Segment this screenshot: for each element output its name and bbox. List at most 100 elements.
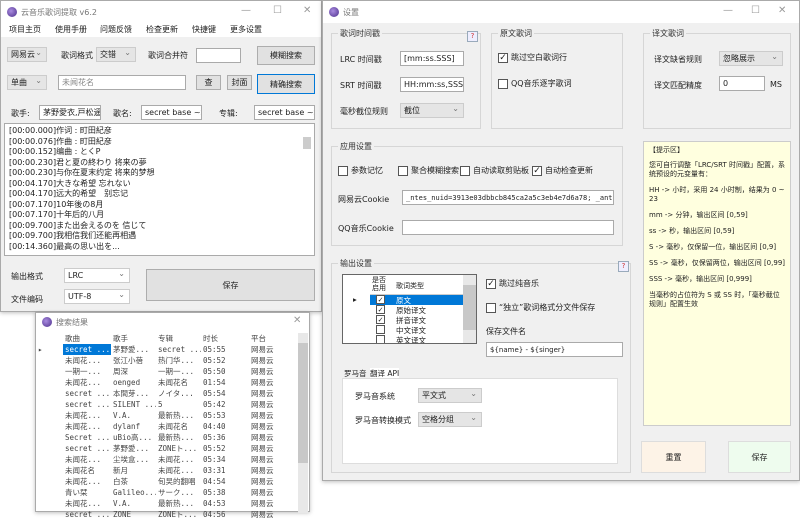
checkbox[interactable]: ✓ [486, 278, 496, 289]
checkbox[interactable] [486, 302, 496, 313]
netease-cookie-input[interactable]: _ntes_nuid=3913e03dbbcb845ca2a5c3eb4e7d6… [402, 190, 614, 205]
checkbox[interactable] [460, 165, 470, 176]
lyric-type-row[interactable]: 中文译文 [343, 325, 463, 335]
checkbox[interactable]: ✓ [376, 315, 385, 324]
table-row[interactable]: 未闻花... 尘埃盒... 未闻花... 05:34 网易云 [36, 454, 298, 465]
menu-more-settings[interactable]: 更多设置 [230, 24, 262, 35]
help-icon[interactable]: ? [618, 261, 629, 272]
source-select[interactable]: 网易云 [7, 47, 47, 62]
table-row[interactable]: 未闻花... 白茶 旬旲的翻唱 04:54 网易云 [36, 476, 298, 487]
lyrics-scrollbar[interactable] [303, 137, 311, 149]
checkbox[interactable] [376, 335, 385, 343]
hint-area[interactable]: 【提示区】 您可自行调整「LRC/SRT 时间戳」配置，系统预设的元变量有： HH … [643, 141, 791, 426]
table-row[interactable]: 未闻花名 新月 未闻花... 03:31 网易云 [36, 465, 298, 476]
ms-select[interactable]: 截位 [400, 103, 464, 118]
checkbox[interactable]: ✓ [532, 165, 542, 176]
close-icon[interactable]: ✕ [778, 5, 786, 16]
app-option-checkbox[interactable]: 自动读取剪贴板 [460, 165, 529, 176]
table-row[interactable]: secret ... 茅野愛... ZONEト... 05:52 网易云 [36, 443, 298, 454]
qq-cookie-input[interactable] [402, 220, 614, 235]
romaji-mode-select[interactable]: 空格分组 [418, 412, 482, 427]
maximize-icon[interactable]: ☐ [273, 5, 282, 16]
results-scrollbar[interactable] [298, 333, 308, 513]
table-cell: 茅野愛... [113, 345, 150, 354]
checkbox[interactable] [398, 165, 408, 176]
save-button[interactable]: 保存 [146, 269, 315, 301]
checkbox[interactable]: ✓ [376, 295, 385, 304]
minimize-icon[interactable]: — [241, 5, 251, 16]
menu-feedback[interactable]: 问题反馈 [100, 24, 132, 35]
table-row[interactable]: 未闻花... oenged 未闻花名 01:54 网易云 [36, 377, 298, 388]
table-row[interactable]: secret ... 本間芽... ノイタ... 05:54 网易云 [36, 388, 298, 399]
table-row[interactable]: 一期一... 周深 一期一... 05:50 网易云 [36, 366, 298, 377]
srt-input[interactable]: HH:mm:ss,SSS [400, 77, 464, 92]
album-field[interactable]: secret base ~君がくれたもの~ [254, 105, 315, 120]
lyric-type-row[interactable]: ✓ 原始译文 [343, 305, 463, 315]
separate-checkbox[interactable]: “独立”歌词格式分文件保存 [486, 302, 595, 313]
app-option-checkbox[interactable]: 聚合模糊搜索 [398, 165, 459, 176]
fuzzy-search-button[interactable]: 模糊搜索 [257, 46, 315, 65]
menu-update[interactable]: 检查更新 [146, 24, 178, 35]
romaji-system-select[interactable]: 平文式 [418, 388, 482, 403]
reset-button[interactable]: 重置 [641, 441, 706, 473]
table-row[interactable]: secret ... SILENT ... 5 05:42 网易云 [36, 399, 298, 410]
table-cell: 05:50 [203, 367, 226, 376]
cover-button[interactable]: 封面 [227, 75, 252, 90]
table-row[interactable]: ▸ secret ... 茅野愛... secret ... 05:55 网易云 [36, 344, 298, 355]
close-icon[interactable]: ✕ [303, 5, 311, 16]
table-row[interactable]: 未闻花... dylanf 未闻花名 04:40 网易云 [36, 421, 298, 432]
checkbox[interactable]: ✓ [376, 305, 385, 314]
encoding-select[interactable]: UTF-8 [64, 289, 130, 304]
app-option-checkbox[interactable]: 参数记忆 [338, 165, 383, 176]
table-cell: 茅野愛... [113, 444, 150, 453]
checkbox[interactable]: ✓ [498, 52, 508, 63]
skip-blank-checkbox[interactable]: ✓ 跳过空白歌词行 [498, 52, 567, 63]
exact-search-button[interactable]: 精确搜索 [257, 74, 315, 94]
checkbox[interactable] [498, 78, 508, 89]
table-row[interactable]: 未闻花... V.A. 最新热... 05:53 网易云 [36, 410, 298, 421]
minimize-icon[interactable]: — [723, 5, 733, 16]
unit-label: MS [770, 80, 782, 89]
output-format-select[interactable]: LRC [64, 268, 130, 283]
col-platform[interactable]: 平台 [249, 333, 298, 344]
menu-manual[interactable]: 使用手册 [55, 24, 87, 35]
grid-scrollbar[interactable] [463, 275, 476, 343]
lrc-input[interactable]: [mm:ss.SSS] [400, 51, 464, 66]
table-cell: 网易云 [251, 389, 274, 398]
lyric-type-row[interactable]: ▸ ✓ 原文 [343, 295, 463, 305]
menu-shortcuts[interactable]: 快捷键 [192, 24, 216, 35]
lyric-format-select[interactable]: 交错 [96, 47, 136, 62]
singer-field[interactable]: 茅野愛衣,戸松遥 [39, 105, 101, 120]
search-type-select[interactable]: 单曲 [7, 75, 47, 90]
checkbox[interactable] [338, 165, 348, 176]
table-row[interactable]: secret ... ZONE ZONEト... 04:56 网易云 [36, 509, 298, 520]
maximize-icon[interactable]: ☐ [751, 5, 760, 16]
query-button[interactable]: 查 [196, 75, 221, 90]
col-duration[interactable]: 时长 [201, 333, 249, 344]
skip-pure-music-checkbox[interactable]: ✓ 跳过纯音乐 [486, 278, 539, 289]
app-option-checkbox[interactable]: ✓ 自动检查更新 [532, 165, 593, 176]
help-icon[interactable]: ? [467, 31, 478, 42]
col-song[interactable]: 歌曲 [63, 333, 111, 344]
merge-input[interactable] [196, 48, 241, 63]
qq-word-checkbox[interactable]: QQ音乐逐字歌词 [498, 78, 572, 89]
lyric-type-row[interactable]: ✓ 拼音译文 [343, 315, 463, 325]
checkbox[interactable] [376, 325, 385, 334]
close-icon[interactable]: ✕ [293, 315, 301, 326]
lyrics-textarea[interactable]: [00:00.000]作词 : 町田紀彦 [00:00.076]作曲 : 町田紀彦… [4, 123, 315, 256]
table-row[interactable]: 青い栞 Galileo... サーク... 05:38 网易云 [36, 487, 298, 498]
col-album[interactable]: 专辑 [156, 333, 201, 344]
table-cell: 一期一... [65, 367, 102, 376]
song-field[interactable]: secret base ~君がくれたもの~ [141, 105, 202, 120]
table-row[interactable]: Secret ... uBio高... 最新热... 05:36 网易云 [36, 432, 298, 443]
col-singer[interactable]: 歌手 [111, 333, 156, 344]
missing-select[interactable]: 忽略展示 [719, 51, 783, 66]
lyric-type-row[interactable]: 英文译文 [343, 335, 463, 343]
table-row[interactable]: 未闻花... 张江小蓓 热门华... 05:52 网易云 [36, 355, 298, 366]
precision-input[interactable]: 0 [719, 76, 765, 91]
menu-home[interactable]: 项目主页 [9, 24, 41, 35]
search-input[interactable]: 未闻花名 [58, 75, 186, 90]
settings-save-button[interactable]: 保存 [728, 441, 791, 473]
filename-input[interactable]: ${name} - ${singer} [486, 342, 623, 357]
precision-label: 译文匹配精度 [654, 81, 702, 90]
